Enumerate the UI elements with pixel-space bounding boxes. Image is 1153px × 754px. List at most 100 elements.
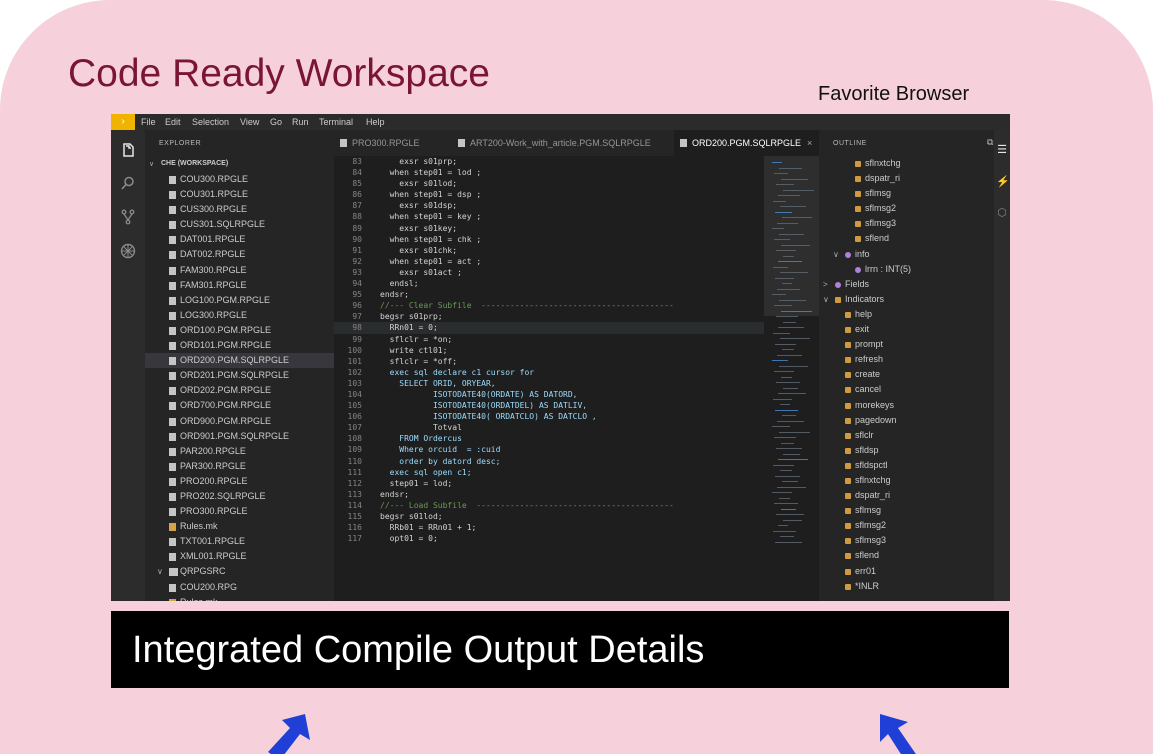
- tree-file[interactable]: CUS300.RPGLE: [145, 202, 334, 217]
- outline-item[interactable]: ∨ Indicators: [819, 292, 994, 307]
- extensions-icon[interactable]: [119, 243, 137, 261]
- files-icon[interactable]: [119, 142, 137, 160]
- code-line[interactable]: 92 when step01 = act ;: [334, 256, 764, 267]
- code-line[interactable]: 114 //--- Load Subfile ------------------…: [334, 500, 764, 511]
- code-line[interactable]: 88 when step01 = key ;: [334, 211, 764, 222]
- tree-file[interactable]: ORD101.PGM.RPGLE: [145, 338, 334, 353]
- outline-item[interactable]: lrrn : INT(5): [819, 262, 994, 277]
- code-line[interactable]: 90 when step01 = chk ;: [334, 234, 764, 245]
- tree-file[interactable]: XML001.RPGLE: [145, 549, 334, 564]
- chevron-right-icon[interactable]: >: [823, 277, 828, 292]
- outline-item[interactable]: sflnxtchg: [819, 473, 994, 488]
- outline-item[interactable]: cancel: [819, 382, 994, 397]
- outline-item[interactable]: sfldsp: [819, 443, 994, 458]
- outline-item[interactable]: pagedown: [819, 413, 994, 428]
- tree-file[interactable]: PRO300.RPGLE: [145, 504, 334, 519]
- code-line[interactable]: 111 exec sql open c1;: [334, 467, 764, 478]
- menu-selection[interactable]: Selection: [192, 117, 229, 127]
- code-line[interactable]: 104 ISOTODATE40(ORDATE) AS DATORD,: [334, 389, 764, 400]
- code-line[interactable]: 105 ISOTODATE40(ORDATDEL) AS DATLIV,: [334, 400, 764, 411]
- outline-item[interactable]: err01: [819, 564, 994, 579]
- code-line[interactable]: 117 opt01 = 0;: [334, 533, 764, 544]
- code-line[interactable]: 116 RRb01 = RRn01 + 1;: [334, 522, 764, 533]
- tree-file[interactable]: ORD700.PGM.RPGLE: [145, 398, 334, 413]
- outline-item[interactable]: help: [819, 307, 994, 322]
- tree-file[interactable]: ORD200.PGM.SQLRPGLE: [145, 353, 334, 369]
- tree-file[interactable]: FAM300.RPGLE: [145, 263, 334, 278]
- outline-item[interactable]: dspatr_ri: [819, 171, 994, 186]
- tree-file[interactable]: DAT001.RPGLE: [145, 232, 334, 247]
- tree-file[interactable]: LOG300.RPGLE: [145, 308, 334, 323]
- cube-icon[interactable]: ⬡: [996, 207, 1008, 219]
- menu-file[interactable]: File: [141, 117, 156, 127]
- menu-terminal[interactable]: Terminal: [319, 117, 353, 127]
- menu-go[interactable]: Go: [270, 117, 282, 127]
- tree-file[interactable]: COU200.RPG: [145, 580, 334, 595]
- tree-file[interactable]: Rules.mk: [145, 519, 334, 534]
- code-line[interactable]: 110 order by datord desc;: [334, 456, 764, 467]
- tab-pro300[interactable]: PRO300.RPGLE: [334, 130, 460, 156]
- code-line[interactable]: 84 when step01 = lod ;: [334, 167, 764, 178]
- outline-item[interactable]: sflend: [819, 231, 994, 246]
- plug-icon[interactable]: ⚡: [996, 176, 1010, 188]
- tree-file[interactable]: ORD900.PGM.RPGLE: [145, 414, 334, 429]
- source-control-icon[interactable]: [119, 209, 137, 227]
- code-line[interactable]: 83 exsr s01prp;: [334, 156, 764, 167]
- tree-file[interactable]: Rules.mk: [145, 595, 334, 601]
- menu-view[interactable]: View: [240, 117, 259, 127]
- outline-item[interactable]: morekeys: [819, 398, 994, 413]
- minimap[interactable]: [764, 156, 819, 601]
- code-line[interactable]: 86 when step01 = dsp ;: [334, 189, 764, 200]
- code-line[interactable]: 96 //--- Clear Subfile ------------------…: [334, 300, 764, 311]
- tree-folder[interactable]: ∨ QRPGSRC: [145, 564, 334, 579]
- tree-file[interactable]: ORD100.PGM.RPGLE: [145, 323, 334, 338]
- tab-ord200[interactable]: ORD200.PGM.SQLRPGLE ×: [674, 130, 837, 156]
- code-line[interactable]: 97 begsr s01prp;: [334, 311, 764, 322]
- code-line[interactable]: 106 ISOTODATE40( ORDATCLO) AS DATCLO ,: [334, 411, 764, 422]
- outline-item[interactable]: refresh: [819, 352, 994, 367]
- outline-item[interactable]: ∨ info: [819, 247, 994, 262]
- outline-item[interactable]: > Fields: [819, 277, 994, 292]
- chevron-down-icon[interactable]: ∨: [833, 247, 839, 262]
- code-line[interactable]: 108 FROM Ordercus: [334, 433, 764, 444]
- tree-file[interactable]: PAR300.RPGLE: [145, 459, 334, 474]
- outline-item[interactable]: sflmsg2: [819, 518, 994, 533]
- minimap-slider[interactable]: [764, 156, 819, 316]
- code-line[interactable]: 94 endsl;: [334, 278, 764, 289]
- tree-file[interactable]: ORD201.PGM.SQLRPGLE: [145, 368, 334, 383]
- code-line[interactable]: 112 step01 = lod;: [334, 478, 764, 489]
- code-line[interactable]: 89 exsr s01key;: [334, 223, 764, 234]
- menu-help[interactable]: Help: [366, 117, 385, 127]
- tree-file[interactable]: PRO202.SQLRPGLE: [145, 489, 334, 504]
- tree-file[interactable]: ORD202.PGM.RPGLE: [145, 383, 334, 398]
- tree-file[interactable]: PAR200.RPGLE: [145, 444, 334, 459]
- outline-item[interactable]: sfldspctl: [819, 458, 994, 473]
- code-line[interactable]: 103 SELECT ORID, ORYEAR,: [334, 378, 764, 389]
- tree-file[interactable]: CUS301.SQLRPGLE: [145, 217, 334, 232]
- tree-file[interactable]: TXT001.RPGLE: [145, 534, 334, 549]
- outline-item[interactable]: dspatr_ri: [819, 488, 994, 503]
- outline-item[interactable]: sflmsg2: [819, 201, 994, 216]
- tree-file[interactable]: FAM301.RPGLE: [145, 278, 334, 293]
- outline-item[interactable]: sflnxtchg: [819, 156, 994, 171]
- tree-file[interactable]: ORD901.PGM.SQLRPGLE: [145, 429, 334, 444]
- code-line[interactable]: 87 exsr s01dsp;: [334, 200, 764, 211]
- outline-item[interactable]: *INLR: [819, 579, 994, 594]
- outline-item[interactable]: sflmsg3: [819, 533, 994, 548]
- outline-item[interactable]: exit: [819, 322, 994, 337]
- code-line[interactable]: 100 write ctl01;: [334, 345, 764, 356]
- code-editor[interactable]: 83 exsr s01prp; 84 when step01 = lod ; 85 …: [334, 156, 764, 601]
- menu-run[interactable]: Run: [292, 117, 309, 127]
- code-line[interactable]: 107 Totval: [334, 422, 764, 433]
- outline-item[interactable]: sflmsg: [819, 186, 994, 201]
- code-line[interactable]: 113 endsr;: [334, 489, 764, 500]
- outline-item[interactable]: sflclr: [819, 428, 994, 443]
- outline-item[interactable]: create: [819, 367, 994, 382]
- tab-art200[interactable]: ART200-Work_with_article.PGM.SQLRPGLE: [452, 130, 684, 156]
- outline-item[interactable]: sflend: [819, 548, 994, 563]
- code-line[interactable]: 99 sflclr = *on;: [334, 334, 764, 345]
- code-line[interactable]: 91 exsr s01chk;: [334, 245, 764, 256]
- code-line[interactable]: 95 endsr;: [334, 289, 764, 300]
- code-line[interactable]: 85 exsr s01lod;: [334, 178, 764, 189]
- tree-file[interactable]: COU300.RPGLE: [145, 172, 334, 187]
